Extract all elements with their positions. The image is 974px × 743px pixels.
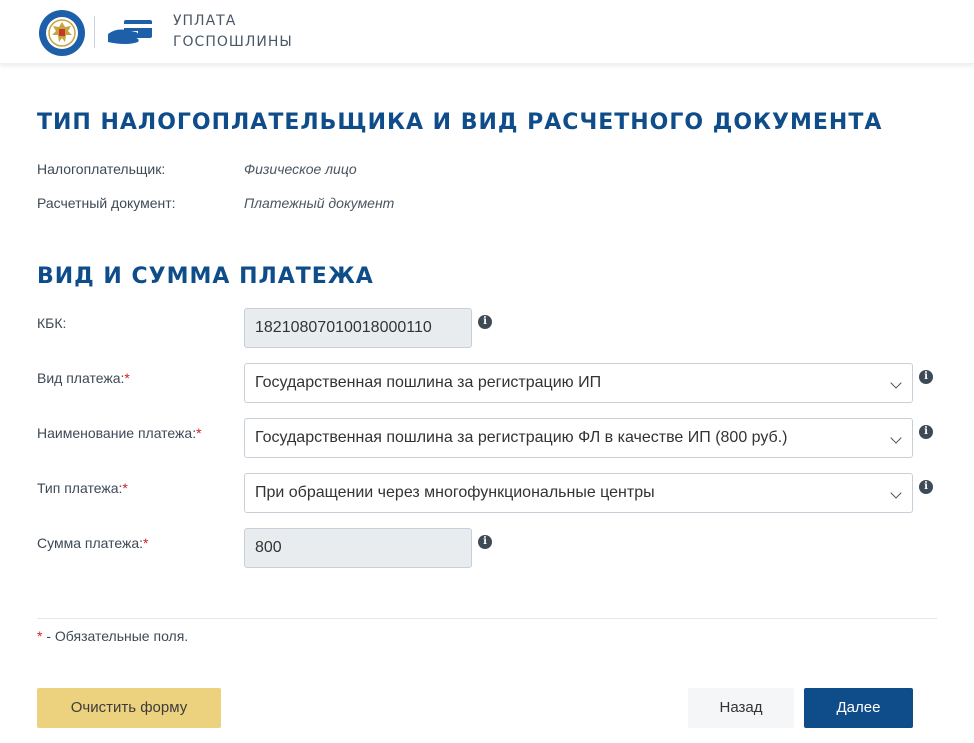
amount-info-icon[interactable]: i <box>478 535 492 549</box>
service-title-line2: ГОСПОШЛИНЫ <box>173 34 293 50</box>
site-header: УПЛАТА ГОСПОШЛИНЫ <box>0 0 974 64</box>
document-value: Платежный документ <box>244 195 395 211</box>
kbk-field[interactable]: 18210807010018000110 <box>244 308 472 348</box>
amount-label: Сумма платежа:* <box>37 535 149 551</box>
kbk-label: КБК: <box>37 315 67 331</box>
payment-type-label: Тип платежа:* <box>37 480 128 496</box>
required-mark: * <box>196 425 202 441</box>
amount-field[interactable]: 800 <box>244 528 472 568</box>
chevron-down-icon <box>890 432 902 444</box>
taxpayer-value: Физическое лицо <box>244 161 357 177</box>
header-divider <box>94 16 95 48</box>
payment-card-hand-icon <box>108 20 152 44</box>
payment-kind-selected-value: Государственная пошлина за регистрацию И… <box>255 374 602 391</box>
payment-kind-info-icon[interactable]: i <box>919 370 933 384</box>
payment-name-label-text: Наименование платежа: <box>37 425 197 441</box>
payment-kind-label-text: Вид платежа: <box>37 370 125 386</box>
required-note-text: - Обязательные поля. <box>42 628 189 644</box>
required-fields-note: * - Обязательные поля. <box>37 628 188 644</box>
form-divider <box>37 618 937 619</box>
taxpayer-label: Налогоплательщик: <box>37 161 166 177</box>
fns-emblem-logo[interactable] <box>38 9 86 57</box>
section-heading-payment: ВИД И СУММА ПЛАТЕЖА <box>37 264 374 289</box>
kbk-info-icon[interactable]: i <box>478 315 492 329</box>
service-title-line1: УПЛАТА <box>173 13 237 29</box>
payment-type-info-icon[interactable]: i <box>919 480 933 494</box>
required-mark: * <box>124 370 130 386</box>
payment-name-info-icon[interactable]: i <box>919 425 933 439</box>
amount-label-text: Сумма платежа: <box>37 535 144 551</box>
required-mark: * <box>143 535 149 551</box>
next-button[interactable]: Далее <box>804 688 913 728</box>
chevron-down-icon <box>890 377 902 389</box>
chevron-down-icon <box>890 487 902 499</box>
payment-type-label-text: Тип платежа: <box>37 480 123 496</box>
payment-name-select[interactable]: Государственная пошлина за регистрацию Ф… <box>244 418 913 458</box>
payment-name-label: Наименование платежа:* <box>37 425 202 441</box>
back-button[interactable]: Назад <box>688 688 794 728</box>
payment-type-selected-value: При обращении через многофункциональные … <box>255 484 655 501</box>
service-title: УПЛАТА ГОСПОШЛИНЫ <box>173 11 293 53</box>
payment-kind-select[interactable]: Государственная пошлина за регистрацию И… <box>244 363 913 403</box>
payment-type-select[interactable]: При обращении через многофункциональные … <box>244 473 913 513</box>
section-heading-taxpayer-type: ТИП НАЛОГОПЛАТЕЛЬЩИКА И ВИД РАСЧЕТНОГО Д… <box>37 110 883 135</box>
document-label: Расчетный документ: <box>37 195 176 211</box>
required-mark: * <box>122 480 128 496</box>
payment-name-selected-value: Государственная пошлина за регистрацию Ф… <box>255 429 788 446</box>
clear-form-button[interactable]: Очистить форму <box>37 688 221 728</box>
payment-kind-label: Вид платежа:* <box>37 370 130 386</box>
